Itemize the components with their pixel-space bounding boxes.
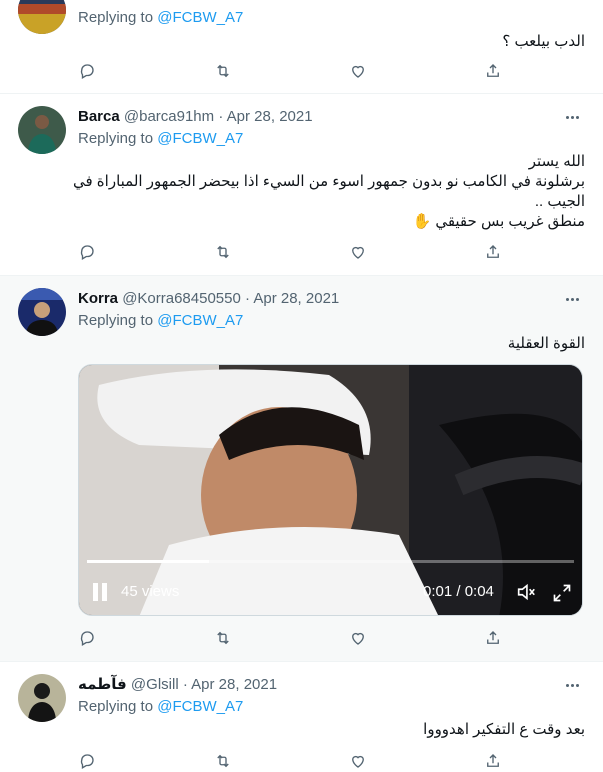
avatar[interactable] [18,674,66,722]
reply-icon [80,754,94,769]
separator-dot: · [218,108,224,125]
mention-link[interactable]: @FCBW_A7 [157,698,243,715]
tweet-header: فآطمه @Glsill · Apr 28, 2021 [78,675,277,695]
tweet-date[interactable]: Apr 28, 2021 [227,108,313,125]
like-icon [352,65,364,78]
separator-dot: · [245,290,251,307]
like-icon [352,755,364,768]
replying-to: Replying to @FCBW_A7 [78,312,244,329]
tweet-text: الله يستر برشلونة في الكامب نو بدون جمهو… [72,153,585,230]
action-bar [78,243,503,263]
share-button[interactable] [484,752,504,772]
retweet-button[interactable] [214,752,234,772]
retweet-button[interactable] [214,62,234,82]
reply-button[interactable] [78,629,98,649]
display-name[interactable]: فآطمه [78,676,127,693]
share-icon [487,754,499,767]
reply-button[interactable] [78,62,98,82]
video-player[interactable]: 45 views 0:01 / 0:04 [78,364,583,616]
retweet-icon [217,754,229,768]
more-icon [565,297,569,301]
tweet-0[interactable]: Replying to @FCBW_A7 الدب بيلعب ؟ [0,0,603,94]
tweet-1[interactable]: Barca @barca91hm · Apr 28, 2021 Replying… [0,94,603,276]
reply-icon [80,64,94,79]
retweet-button[interactable] [214,243,234,263]
tweet-text: القوة العقلية [507,335,585,352]
avatar[interactable] [18,288,66,336]
video-controls: 45 views 0:01 / 0:04 [79,565,582,615]
tweet-header: Korra @Korra68450550 · Apr 28, 2021 [78,289,339,309]
mention-link[interactable]: @FCBW_A7 [157,312,243,329]
like-button[interactable] [349,62,369,82]
like-button[interactable] [349,629,369,649]
more-icon [565,683,569,687]
mention-link[interactable]: @FCBW_A7 [157,130,243,147]
like-button[interactable] [349,243,369,263]
video-progress[interactable] [87,560,574,563]
share-button[interactable] [484,62,504,82]
view-count: 45 views [121,583,180,600]
like-icon [352,632,364,645]
action-bar [78,629,503,649]
action-bar [78,62,503,82]
share-icon [487,631,499,644]
tweet-header: Barca @barca91hm · Apr 28, 2021 [78,107,313,127]
user-handle[interactable]: @barca91hm [124,108,214,125]
mute-button[interactable] [515,581,537,603]
reply-button[interactable] [78,752,98,772]
tweet-text: الدب بيلعب ؟ [502,33,585,50]
share-button[interactable] [484,243,504,263]
video-time: 0:01 / 0:04 [423,583,494,600]
play-pause-button[interactable] [93,583,109,601]
video-progress-fill [87,560,209,563]
share-icon [487,245,499,258]
more-button[interactable] [561,675,583,695]
tweet-3[interactable]: فآطمه @Glsill · Apr 28, 2021 Replying to… [0,662,603,772]
retweet-icon [217,64,229,78]
tweet-text: بعد وقت ع التفكير اهدوووا [423,721,585,738]
user-handle[interactable]: @Korra68450550 [122,290,241,307]
tweet-date[interactable]: Apr 28, 2021 [253,290,339,307]
display-name[interactable]: Korra [78,290,118,307]
fullscreen-button[interactable] [552,583,572,603]
more-button[interactable] [561,107,583,127]
retweet-button[interactable] [214,629,234,649]
volume-mute-icon [517,583,535,601]
replying-to: Replying to @FCBW_A7 [78,130,244,147]
mention-link[interactable]: @FCBW_A7 [157,9,243,26]
action-bar [78,752,503,772]
replying-to: Replying to @FCBW_A7 [78,9,244,26]
more-button[interactable] [561,289,583,309]
separator-dot: · [182,676,188,693]
more-icon [565,115,569,119]
like-icon [352,246,364,259]
retweet-icon [217,631,229,645]
reply-icon [80,631,94,646]
reply-icon [80,245,94,260]
reply-button[interactable] [78,243,98,263]
user-handle[interactable]: @Glsill [131,676,179,693]
play-icon [93,583,98,601]
avatar[interactable] [18,0,66,34]
retweet-icon [217,245,229,259]
share-icon [487,64,499,77]
tweet-2[interactable]: Korra @Korra68450550 · Apr 28, 2021 Repl… [0,276,603,662]
share-button[interactable] [484,629,504,649]
fullscreen-icon [553,584,571,602]
avatar[interactable] [18,106,66,154]
display-name[interactable]: Barca [78,108,120,125]
tweet-date[interactable]: Apr 28, 2021 [191,676,277,693]
like-button[interactable] [349,752,369,772]
replying-to: Replying to @FCBW_A7 [78,698,244,715]
